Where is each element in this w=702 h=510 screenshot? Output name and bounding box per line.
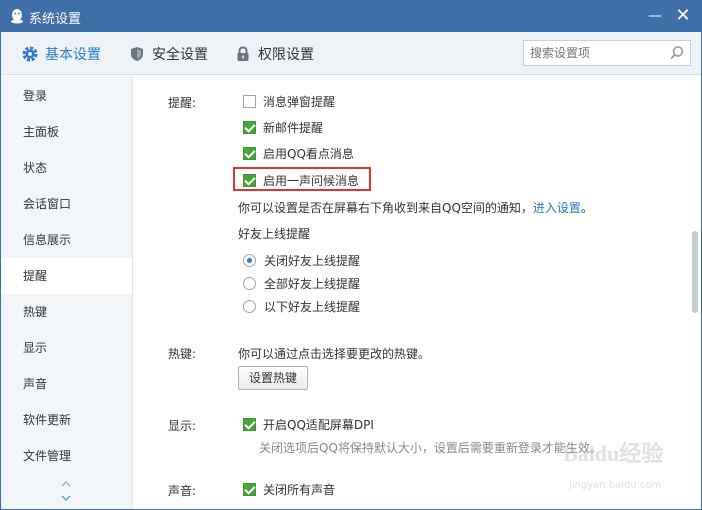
lock-icon [237, 46, 249, 61]
sidebar-item-main-panel[interactable]: 主面板 [1, 114, 132, 150]
sidebar-item-reminder[interactable]: 提醒 [1, 258, 132, 294]
radio-label: 关闭好友上线提醒 [264, 253, 361, 268]
qq-penguin-icon [11, 9, 23, 24]
checkbox[interactable] [243, 417, 256, 431]
tab-label: 基本设置 [45, 47, 101, 63]
tab-label: 安全设置 [152, 47, 208, 63]
note-end: 。 [580, 201, 593, 215]
settings-content: 提醒: 消息弹窗提醒 新邮件提醒 启用QQ看点消息 启用一声问候消息 你可以设置… [133, 76, 701, 509]
radio-label: 以下好友上线提醒 [264, 299, 361, 314]
sidebar-item-status[interactable]: 状态 [1, 150, 132, 186]
tab-bar: 基本设置 安全设置 权限设置 [1, 32, 701, 75]
option-new-mail[interactable]: 新邮件提醒 [243, 118, 323, 136]
minimize-button[interactable]: — [645, 7, 665, 27]
sidebar-item-file-management[interactable]: 文件管理 [1, 438, 132, 474]
option-message-popup[interactable]: 消息弹窗提醒 [243, 92, 335, 110]
friend-online-title: 好友上线提醒 [238, 227, 311, 241]
hotkey-note: 你可以通过点击选择要更改的热键。 [238, 347, 431, 361]
sound-section-label: 声音: [168, 484, 197, 498]
settings-window: 系统设置 — ✕ 基本设置 安全设置 权限设置 搜索设置项 登录 主面板 状态 … [0, 0, 702, 510]
search-icon[interactable] [668, 44, 686, 62]
checkbox[interactable] [243, 482, 256, 496]
radio-button[interactable] [243, 299, 256, 313]
sidebar-item-software-update[interactable]: 软件更新 [1, 402, 132, 438]
hotkey-section-label: 热键: [168, 347, 197, 361]
sidebar-scroll-arrows-icon[interactable] [59, 476, 73, 506]
close-button[interactable]: ✕ [673, 7, 693, 27]
option-label: 关闭所有声音 [263, 482, 336, 497]
sidebar-item-sound[interactable]: 声音 [1, 366, 132, 402]
option-dpi-adapt[interactable]: 开启QQ适配屏幕DPI [243, 415, 374, 433]
option-mute-all[interactable]: 关闭所有声音 [243, 480, 335, 498]
option-label: 开启QQ适配屏幕DPI [263, 417, 374, 432]
baidu-watermark: Baidu经验 jingyan.baidu.com [563, 436, 693, 496]
sidebar-item-hotkey[interactable]: 热键 [1, 294, 132, 330]
tab-permission-settings[interactable]: 权限设置 [234, 43, 314, 65]
settings-search[interactable] [523, 40, 691, 66]
radio-all-friend-online[interactable]: 全部好友上线提醒 [243, 274, 360, 292]
sidebar-item-chat-window[interactable]: 会话窗口 [1, 186, 132, 222]
search-input[interactable] [530, 44, 660, 62]
title-bar: 系统设置 — ✕ [1, 1, 701, 32]
highlight-box [233, 167, 371, 191]
radio-following-friend-online[interactable]: 以下好友上线提醒 [243, 297, 360, 315]
option-label: 消息弹窗提醒 [263, 94, 336, 109]
radio-label: 全部好友上线提醒 [264, 276, 361, 291]
dpi-hint: 关闭选项后QQ将保持默认大小，设置后需要重新登录才能生效。 [259, 441, 602, 455]
display-section-label: 显示: [168, 419, 197, 433]
tab-basic-settings[interactable]: 基本设置 [21, 43, 101, 65]
option-label: 新邮件提醒 [263, 120, 324, 135]
sidebar-item-display[interactable]: 显示 [1, 330, 132, 366]
watermark-main: Baidu经验 [563, 441, 664, 466]
checkbox[interactable] [243, 120, 256, 134]
tab-security-settings[interactable]: 安全设置 [128, 43, 208, 65]
gear-icon [22, 46, 38, 62]
note-text: 你可以设置是否在屏幕右下角收到来自QQ空间的通知， [238, 201, 533, 215]
enter-settings-link[interactable]: 进入设置 [533, 201, 581, 215]
qzone-notification-note: 你可以设置是否在屏幕右下角收到来自QQ空间的通知，进入设置。 [238, 199, 593, 216]
option-qq-kandian[interactable]: 启用QQ看点消息 [243, 144, 354, 162]
watermark-sub: jingyan.baidu.com [569, 480, 662, 491]
settings-sidebar: 登录 主面板 状态 会话窗口 信息展示 提醒 热键 显示 声音 软件更新 文件管… [1, 76, 133, 509]
radio-button[interactable] [243, 276, 256, 290]
set-hotkey-button[interactable]: 设置热键 [238, 366, 309, 390]
checkbox[interactable] [243, 94, 256, 108]
tab-label: 权限设置 [258, 47, 314, 63]
option-label: 启用QQ看点消息 [263, 146, 354, 161]
checkbox[interactable] [243, 146, 256, 160]
shield-icon [131, 47, 143, 61]
radio-close-friend-online[interactable]: 关闭好友上线提醒 [243, 251, 360, 269]
sidebar-item-info-display[interactable]: 信息展示 [1, 222, 132, 258]
reminder-section-label: 提醒: [168, 96, 197, 110]
scrollbar-thumb[interactable] [692, 231, 698, 313]
window-title: 系统设置 [29, 12, 82, 27]
radio-button[interactable] [243, 253, 256, 267]
sidebar-item-login[interactable]: 登录 [1, 78, 132, 114]
